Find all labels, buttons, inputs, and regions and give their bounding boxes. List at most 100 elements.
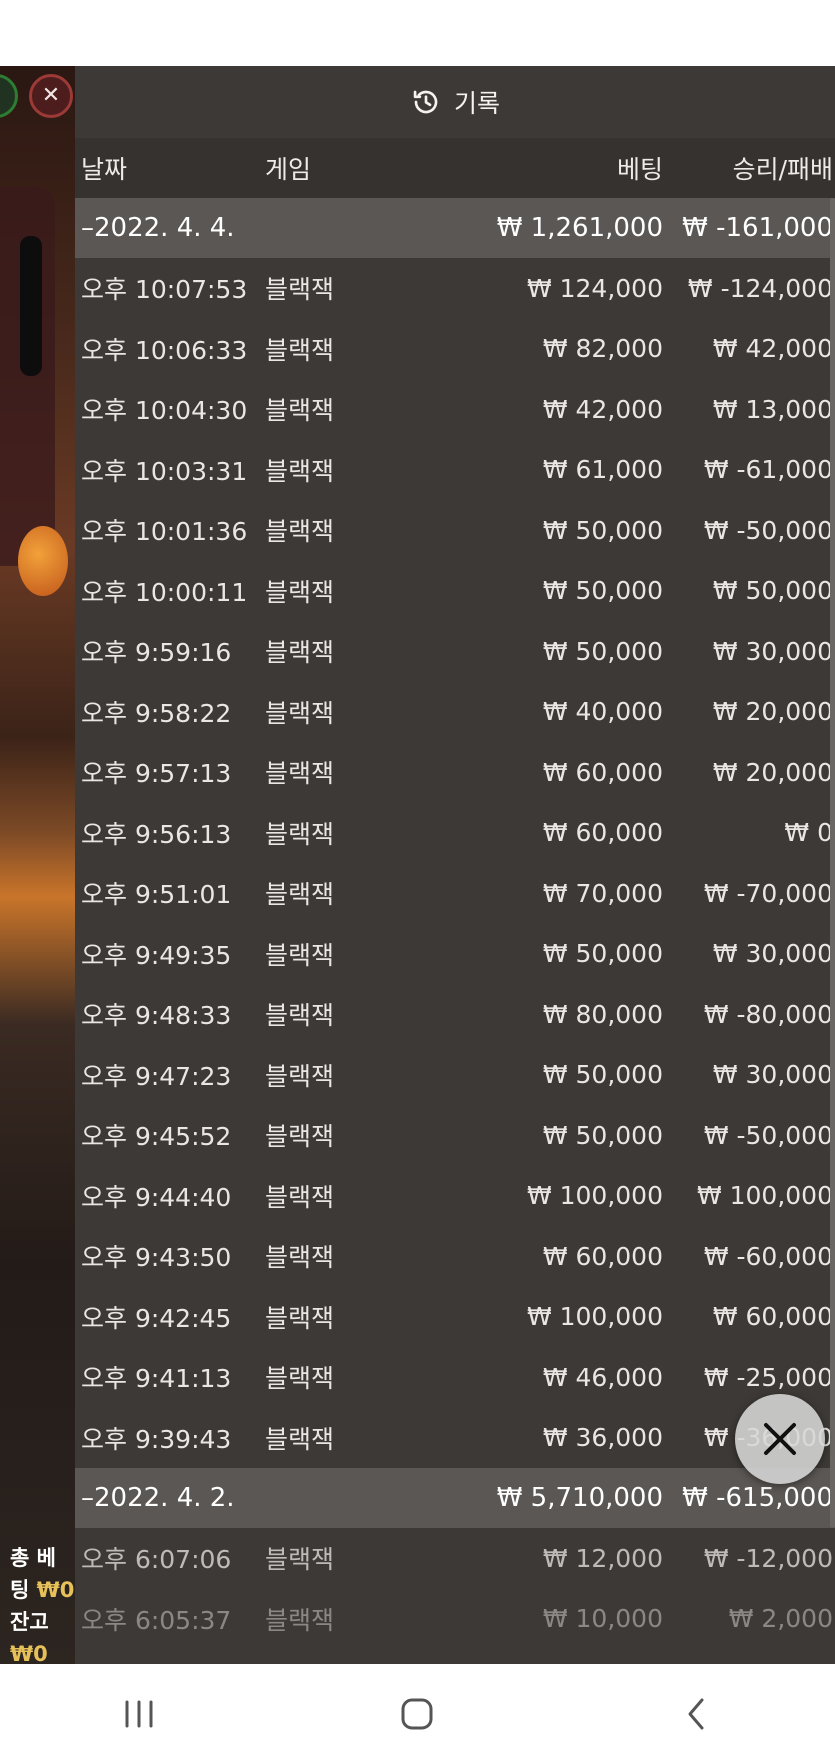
table-row[interactable]: 오후 10:03:31 블랙잭 ₩ 61,000 ₩ -61,000 [75, 440, 835, 501]
table-row[interactable]: 오후 9:42:45 블랙잭 ₩ 100,000 ₩ 60,000 [75, 1287, 835, 1348]
row-bet: ₩ 60,000 [542, 1241, 663, 1271]
row-bet: ₩ 50,000 [542, 1060, 663, 1090]
row-bet: ₩ 60,000 [542, 757, 663, 787]
back-icon [688, 1698, 704, 1729]
column-date: 날짜 [81, 155, 128, 184]
table-row[interactable]: 오후 9:39:43블랙잭₩ 36,000₩ -36,000 [75, 1408, 835, 1469]
table-row[interactable]: 오후 9:47:23 블랙잭 ₩ 50,000 ₩ 30,000 [75, 1045, 835, 1106]
table-row[interactable]: 오후 9:44:40 블랙잭 ₩ 100,000 ₩ 100,000 [75, 1166, 835, 1227]
row-game: 블랙잭 [265, 1001, 335, 1031]
close-history-button[interactable] [735, 1394, 825, 1484]
close-icon [764, 1423, 796, 1455]
table-row[interactable]: 오후 9:57:13 블랙잭 ₩ 60,000 ₩ 20,000 [75, 742, 835, 803]
panel-title: 기록 [453, 89, 500, 118]
row-time: 오후 9:39:43 [81, 1424, 232, 1454]
close-game-button[interactable]: ✕ [29, 74, 73, 118]
history-icon [413, 90, 438, 114]
row-time: 오후 10:04:30 [81, 396, 248, 426]
row-game: 블랙잭 [265, 759, 335, 789]
row-bet: ₩ 42,000 [542, 394, 663, 424]
row-game: 블랙잭 [265, 1605, 335, 1635]
row-game: 블랙잭 [265, 1243, 335, 1273]
row-time: 오후 9:47:23 [81, 1061, 232, 1091]
table-row[interactable]: 오후 10:06:33 블랙잭 ₩ 82,000 ₩ 42,000 [75, 319, 835, 380]
scrollbar[interactable] [830, 198, 835, 1528]
row-bet: ₩ 50,000 [542, 1120, 663, 1150]
row-win: ₩ -25,000 [703, 1362, 833, 1392]
row-time: 오후 9:48:33 [81, 1001, 232, 1031]
group-date: –2022. 4. 2. [81, 1483, 235, 1513]
row-game: 블랙잭 [265, 1122, 335, 1152]
side-toggle-button[interactable] [0, 74, 18, 118]
row-game: 블랙잭 [265, 396, 335, 426]
row-bet: ₩ 10,000 [542, 1604, 663, 1634]
table-row[interactable]: 오후 9:43:50 블랙잭 ₩ 60,000 ₩ -60,000 [75, 1226, 835, 1287]
row-game: 블랙잭 [265, 940, 335, 970]
row-win: ₩ 20,000 [712, 757, 833, 787]
row-win: ₩ 60,000 [712, 1302, 833, 1332]
table-row[interactable]: 오후 10:00:11 블랙잭 ₩ 50,000 ₩ 50,000 [75, 561, 835, 622]
history-list[interactable]: –2022. 4. 4. ₩ 1,261,000 ₩ -161,000 오후 1… [75, 198, 835, 1649]
table-row[interactable]: 오후 9:51:01 블랙잭 ₩ 70,000 ₩ -70,000 [75, 863, 835, 924]
row-win: ₩ -12,000 [703, 1543, 833, 1573]
table-row[interactable]: 오후 9:45:52 블랙잭 ₩ 50,000 ₩ -50,000 [75, 1105, 835, 1166]
row-win: ₩ 30,000 [712, 939, 833, 969]
column-win-loss: 승리/패배 [732, 155, 833, 184]
row-time: 오후 9:51:01 [81, 880, 232, 910]
row-time: 오후 10:03:31 [81, 456, 248, 486]
date-group-row[interactable]: –2022. 4. 4. ₩ 1,261,000 ₩ -161,000 [75, 198, 835, 258]
recent-apps-button[interactable] [109, 1684, 169, 1744]
row-bet: ₩ 46,000 [542, 1362, 663, 1392]
table-row[interactable]: 오후 9:58:22 블랙잭 ₩ 40,000 ₩ 20,000 [75, 682, 835, 743]
total-bet-value: ₩0 [36, 1578, 75, 1602]
group-bet-total: ₩ 5,710,000 [496, 1483, 663, 1513]
microphone [20, 236, 42, 376]
row-win: ₩ -70,000 [703, 878, 833, 908]
table-row[interactable]: 오후 10:07:53 블랙잭 ₩ 124,000 ₩ -124,000 [75, 258, 835, 319]
row-game: 블랙잭 [265, 1364, 335, 1394]
balance-value: ₩0 [10, 1642, 48, 1664]
row-bet: ₩ 12,000 [542, 1543, 663, 1573]
row-game: 블랙잭 [265, 456, 335, 486]
column-game: 게임 [265, 155, 312, 184]
table-row[interactable]: 오후 9:49:35 블랙잭 ₩ 50,000 ₩ 30,000 [75, 924, 835, 985]
row-game: 블랙잭 [265, 1182, 335, 1212]
close-icon: ✕ [41, 83, 61, 108]
row-bet: ₩ 100,000 [526, 1302, 663, 1332]
decoration-fruit [18, 526, 68, 596]
table-row[interactable]: 오후 9:48:33 블랙잭 ₩ 80,000 ₩ -80,000 [75, 984, 835, 1045]
table-row[interactable]: 오후 10:04:30 블랙잭 ₩ 42,000 ₩ 13,000 [75, 379, 835, 440]
row-game: 블랙잭 [265, 1303, 335, 1333]
group-bet-total: ₩ 1,261,000 [496, 213, 663, 243]
row-bet: ₩ 50,000 [542, 939, 663, 969]
back-button[interactable] [666, 1684, 726, 1744]
group-win-total: ₩ -161,000 [682, 213, 833, 243]
row-time: 오후 6:07:06 [81, 1545, 232, 1575]
row-bet: ₩ 50,000 [542, 576, 663, 606]
table-row[interactable]: 오후 9:56:13 블랙잭 ₩ 60,000 ₩ 0 [75, 803, 835, 864]
date-group-row[interactable]: –2022. 4. 2. ₩ 5,710,000 ₩ -615,000 [75, 1468, 835, 1528]
table-row[interactable]: 오후 6:07:06 블랙잭 ₩ 12,000 ₩ -12,000 [75, 1528, 835, 1589]
row-time: 오후 10:00:11 [81, 577, 248, 607]
live-dealer-video: ✕ 총 베팅 ₩0 잔고 ₩0 [0, 66, 75, 1664]
row-win: ₩ 20,000 [712, 697, 833, 727]
table-row[interactable]: 오후 10:01:36 블랙잭 ₩ 50,000 ₩ -50,000 [75, 500, 835, 561]
row-bet: ₩ 61,000 [542, 455, 663, 485]
row-time: 오후 9:42:45 [81, 1303, 232, 1333]
row-win: ₩ 42,000 [712, 334, 833, 364]
row-bet: ₩ 100,000 [526, 1181, 663, 1211]
table-row[interactable]: 오후 6:05:37 블랙잭 ₩ 10,000 ₩ 2,000 [75, 1589, 835, 1650]
row-win: ₩ -50,000 [703, 515, 833, 545]
row-time: 오후 9:43:50 [81, 1243, 232, 1273]
row-game: 블랙잭 [265, 819, 335, 849]
row-time: 오후 9:57:13 [81, 759, 232, 789]
balance-label: 잔고 [10, 1610, 49, 1634]
row-bet: ₩ 124,000 [526, 273, 663, 303]
table-row[interactable]: 오후 9:59:16 블랙잭 ₩ 50,000 ₩ 30,000 [75, 621, 835, 682]
table-row[interactable]: 오후 9:41:13 블랙잭 ₩ 46,000 ₩ -25,000 [75, 1347, 835, 1408]
home-button[interactable] [387, 1684, 447, 1744]
row-time: 오후 9:45:52 [81, 1122, 232, 1152]
row-win: ₩ -50,000 [703, 1120, 833, 1150]
row-game: 블랙잭 [265, 638, 335, 668]
row-win: ₩ 100,000 [696, 1181, 833, 1211]
